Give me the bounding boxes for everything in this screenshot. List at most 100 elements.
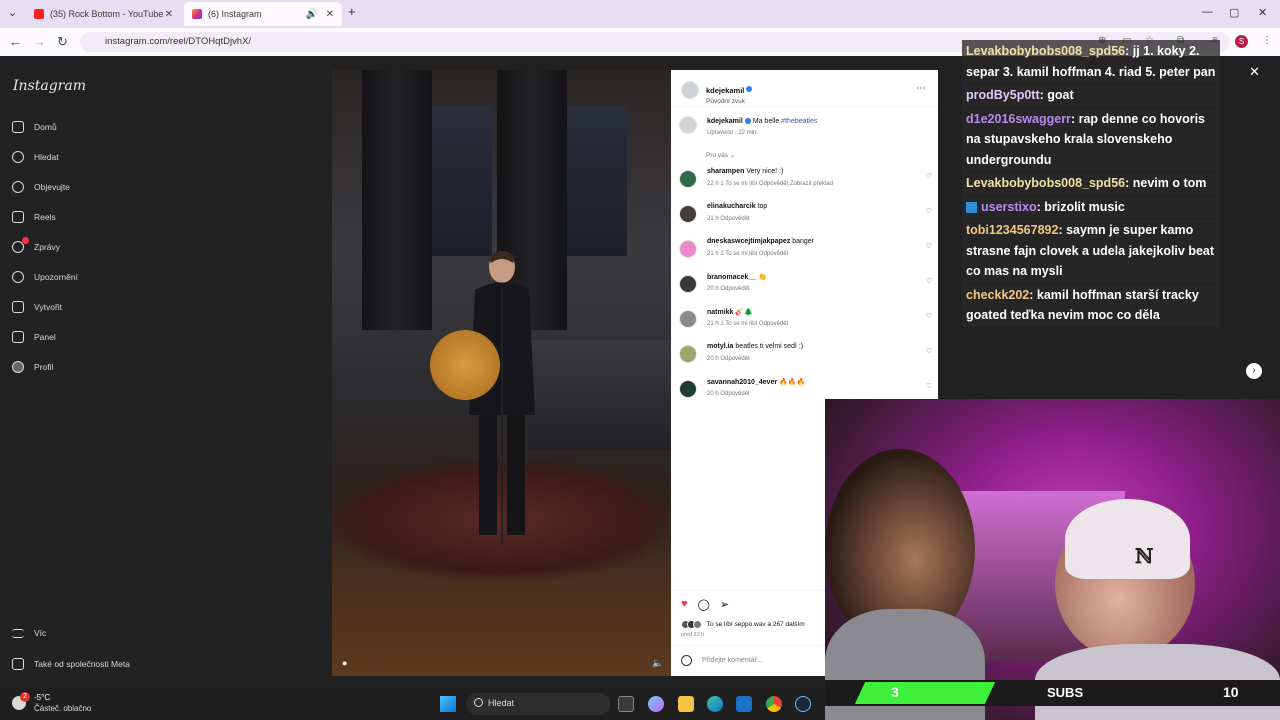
forward-icon[interactable]: → (33, 34, 46, 49)
verified-icon (746, 85, 753, 92)
chrome-icon[interactable] (766, 696, 782, 712)
nav-dashboard[interactable]: Panel (12, 331, 56, 343)
video-curtain (362, 70, 432, 330)
close-tab-icon[interactable]: ✕ (326, 9, 334, 20)
like-heart-icon[interactable]: ♡ (926, 277, 932, 285)
tab-title: (35) Rock Bottom - YouTube (50, 9, 164, 19)
like-heart-icon[interactable]: ♡ (926, 172, 932, 180)
comment-text: beatles ti velmi sedí :) (735, 343, 804, 350)
sub-count-goal: 10 (1223, 684, 1239, 700)
comment-username[interactable]: elinakucharcik (707, 203, 756, 210)
caption-username[interactable]: kdejekamil (707, 118, 743, 125)
store-icon[interactable] (736, 696, 752, 712)
comment-meta[interactable]: 21 h 1 To se mi líbí Odpovědět (707, 321, 788, 327)
volume-icon[interactable]: 🔈 (652, 658, 663, 669)
nav-notifications[interactable]: Upozornění (12, 271, 78, 283)
comment-username[interactable]: savannah2010_4ever (707, 379, 777, 386)
search-icon (474, 698, 483, 707)
like-heart-icon[interactable]: ♡ (926, 347, 932, 355)
reel-video[interactable]: ● 🔈 (332, 70, 671, 676)
commenter-avatar[interactable] (679, 240, 697, 258)
comment-meta[interactable]: 21 h 1 To se mi líbí Odpovědět (707, 251, 788, 257)
instagram-logo[interactable]: Instagram (13, 78, 86, 94)
chat-message: userstixo: brizolit music (962, 195, 1220, 218)
post-header: kdejekamil Původní zvuk ⋯ (679, 78, 930, 105)
tab-search-icon[interactable]: ⌄ (8, 6, 17, 19)
nav-search[interactable]: Hledat (12, 151, 59, 163)
like-heart-icon[interactable]: ♡ (926, 242, 932, 250)
comment-meta[interactable]: 21 h Odpovědět (707, 216, 750, 222)
maximize-icon[interactable]: ▢ (1229, 6, 1239, 19)
browser-tab-bar: ⌄ (35) Rock Bottom - YouTube ✕ (6) Insta… (0, 0, 1280, 28)
comments-filter[interactable]: Pro vás ⌄ (706, 151, 735, 159)
more-options-icon[interactable]: ⋯ (916, 83, 926, 94)
edge-icon[interactable] (707, 696, 723, 712)
commenter-avatar[interactable] (679, 170, 697, 188)
comment-username[interactable]: motyl.ia (707, 343, 733, 350)
nav-create[interactable]: Vytvořit (12, 301, 62, 313)
close-reel-icon[interactable]: ✕ (1249, 64, 1260, 80)
video-window (567, 106, 627, 256)
commenter-avatar[interactable] (679, 275, 697, 293)
add-comment-field[interactable]: Přidejte komentář... (681, 655, 763, 666)
nav-reels[interactable]: Reels (12, 211, 56, 223)
menu-icon[interactable]: ⋮ (1262, 35, 1272, 46)
commenter-avatar[interactable] (679, 205, 697, 223)
nav-more[interactable]: Víc (12, 628, 46, 638)
nav-explore[interactable]: Objevujte (12, 181, 70, 193)
comment-meta[interactable]: 20 h Odpovědět (707, 391, 750, 397)
author-avatar[interactable] (681, 81, 699, 99)
comment-meta[interactable]: 20 h Odpovědět (707, 286, 750, 292)
caption-hashtag[interactable]: #thebeatles (781, 118, 817, 125)
comment-username[interactable]: dneskaswcejtimjakpapez (707, 238, 790, 245)
ny-logo-icon: ℕ (1135, 544, 1154, 568)
emoji-icon[interactable] (681, 655, 692, 666)
instagram-icon (192, 9, 202, 19)
comment-username[interactable]: branomacek__ (707, 274, 756, 281)
steam-icon[interactable] (795, 696, 811, 712)
comment-meta[interactable]: 20 h Odpovědět (707, 356, 750, 362)
reload-icon[interactable]: ↻ (57, 34, 68, 50)
new-tab-icon[interactable]: + (348, 4, 356, 19)
back-icon[interactable]: ← (9, 34, 22, 49)
commenter-avatar[interactable] (679, 345, 697, 363)
author-avatar[interactable] (679, 116, 697, 134)
comment-icon[interactable]: ◯ (698, 598, 710, 611)
nav-home[interactable]: Domů (12, 121, 57, 133)
nav-profile[interactable]: Profil (12, 361, 53, 373)
profile-icon (12, 361, 24, 373)
youtube-icon (34, 9, 44, 19)
speaker-icon[interactable]: 🔊 (306, 9, 318, 20)
audio-label[interactable]: Původní zvuk (706, 98, 752, 105)
minimize-icon[interactable]: — (1202, 6, 1213, 18)
likes-summary[interactable]: To se líbí seppo.wav a 267 dalším (681, 620, 805, 629)
liked-heart-icon[interactable]: ♥ (681, 598, 688, 611)
comment-username[interactable]: sharampen (707, 168, 744, 175)
tab-youtube[interactable]: (35) Rock Bottom - YouTube ✕ (26, 2, 181, 26)
home-icon (12, 121, 24, 133)
task-view-icon[interactable] (618, 696, 634, 712)
author-username[interactable]: kdejekamil (706, 86, 744, 95)
commenter-avatar[interactable] (679, 310, 697, 328)
nav-meta[interactable]: Také od společnosti Meta (12, 658, 130, 670)
tab-instagram[interactable]: (6) Instagram 🔊 ✕ (184, 2, 342, 26)
like-heart-icon[interactable]: ♡ (926, 312, 932, 320)
profile-avatar[interactable]: S (1235, 35, 1248, 48)
nav-messages[interactable]: Zprávy (12, 241, 60, 253)
chevron-down-icon: ⌄ (729, 152, 736, 159)
commenter-avatar[interactable] (679, 380, 697, 398)
comment-username[interactable]: natmikk (707, 309, 733, 316)
close-window-icon[interactable]: ✕ (1258, 6, 1267, 19)
comment-meta[interactable]: 22 h 1 To se mi líbí Odpovědět Zobrazit … (707, 181, 833, 187)
windows-start-icon[interactable] (440, 696, 456, 712)
like-heart-icon[interactable]: ♡ (926, 382, 932, 390)
next-reel-icon[interactable]: › (1246, 363, 1262, 379)
taskbar-search[interactable]: Hledat (466, 693, 610, 715)
verified-icon (744, 118, 751, 125)
file-explorer-icon[interactable] (678, 696, 694, 712)
share-icon[interactable]: ➢ (720, 598, 729, 611)
copilot-icon[interactable] (648, 696, 664, 712)
tagged-user-icon[interactable]: ● (342, 658, 347, 668)
close-tab-icon[interactable]: ✕ (165, 9, 173, 20)
like-heart-icon[interactable]: ♡ (926, 207, 932, 215)
